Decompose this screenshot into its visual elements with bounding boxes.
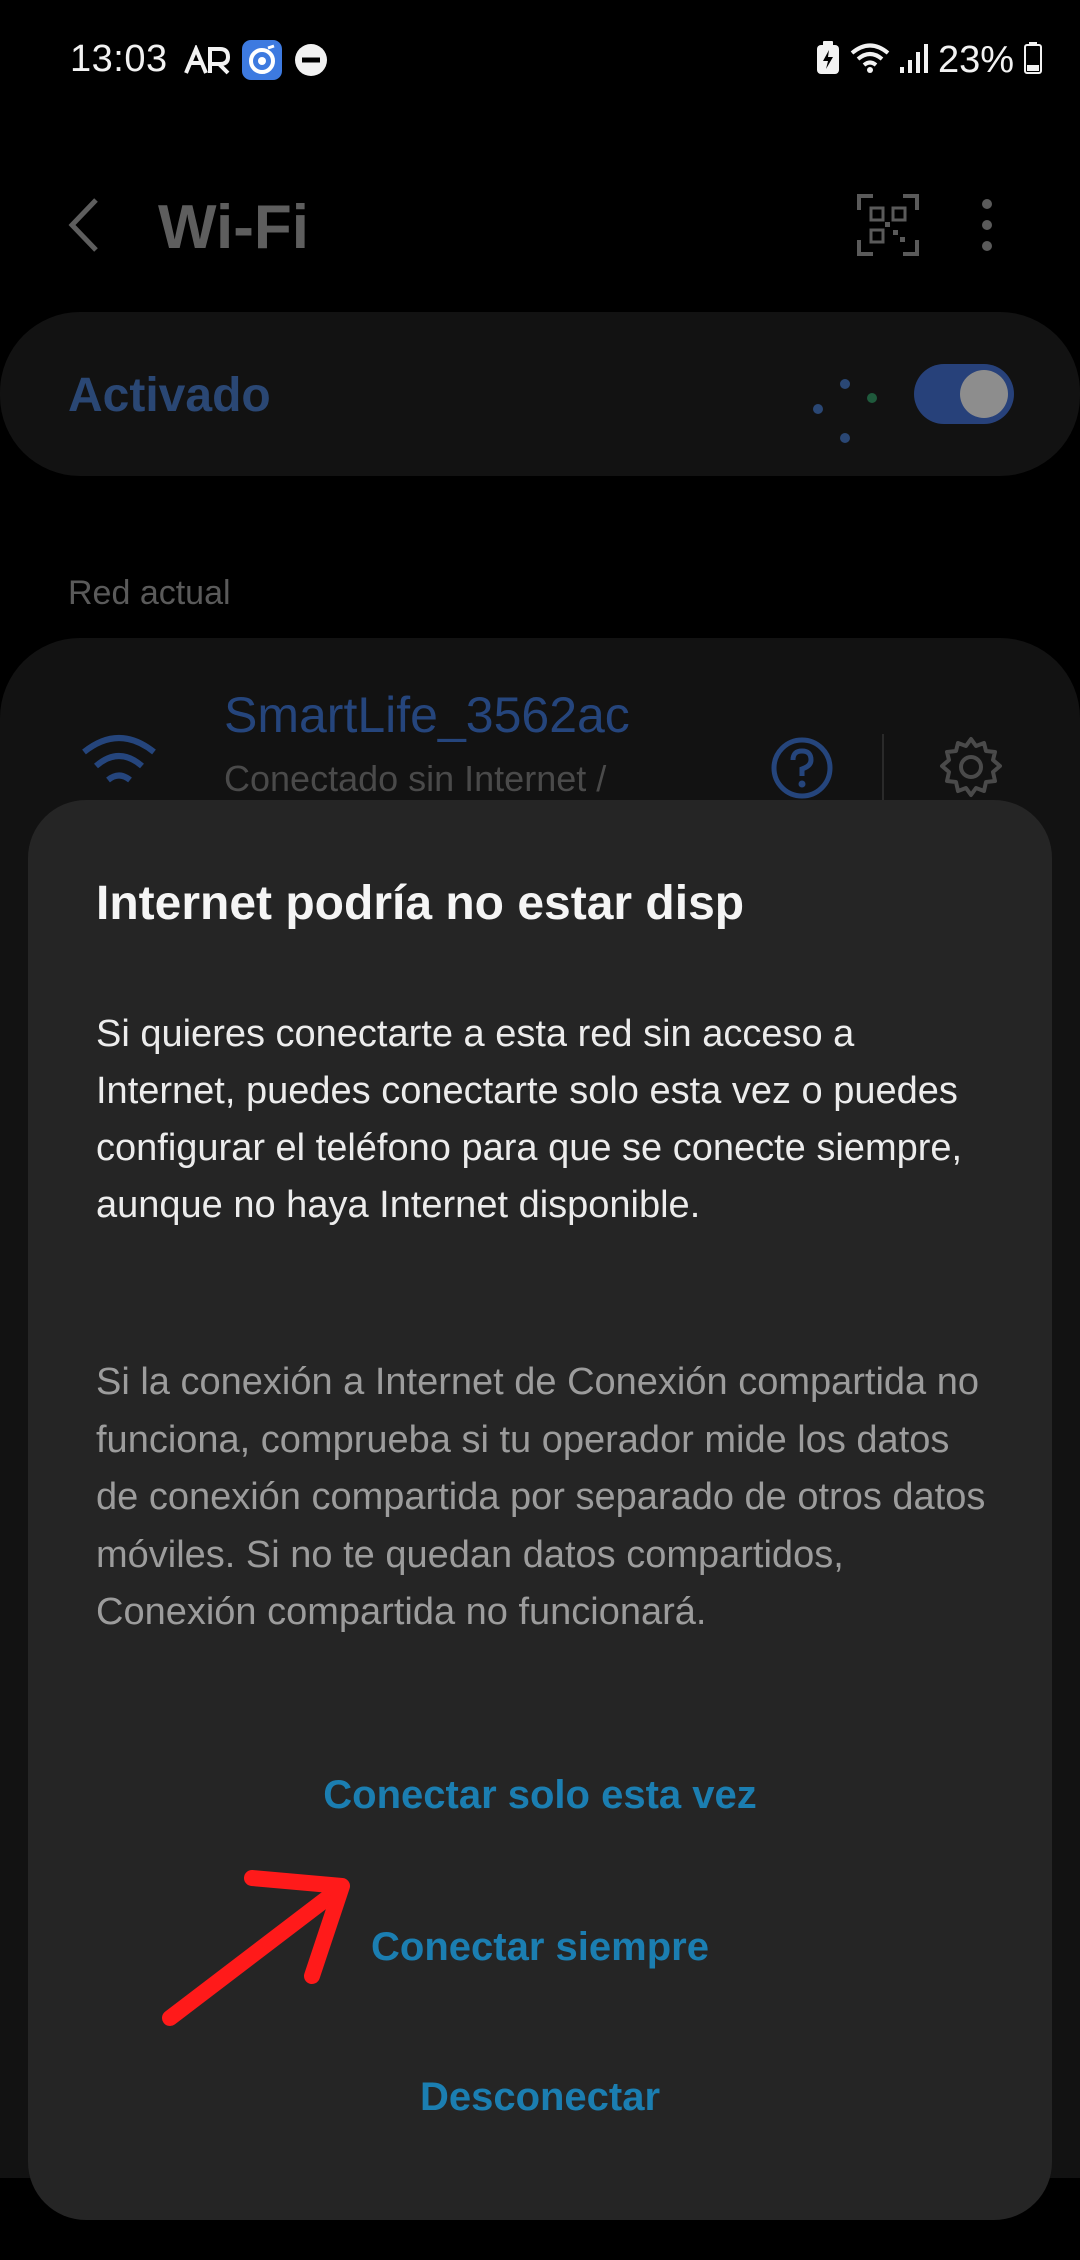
annotation-arrow-icon xyxy=(162,1870,350,2026)
current-network-section-label: Red actual xyxy=(68,574,231,612)
network-name: SmartLife_3562ac xyxy=(224,687,630,743)
wifi-toggle-card[interactable]: Activado xyxy=(0,312,1080,476)
network-status: Conectado sin Internet / xyxy=(224,758,607,799)
wifi-icon xyxy=(80,730,158,794)
qr-scan-icon[interactable] xyxy=(855,192,921,258)
back-button[interactable] xyxy=(60,192,110,258)
wifi-switch[interactable] xyxy=(914,364,1014,424)
app-bar: Wi-Fi xyxy=(0,170,1080,280)
dialog-title: Internet podría no estar disp xyxy=(96,877,745,930)
disconnect-button[interactable]: Desconectar xyxy=(28,2052,1052,2142)
dialog-message: Si quieres conectarte a esta red sin acc… xyxy=(96,1013,963,1226)
connect-once-button[interactable]: Conectar solo esta vez xyxy=(28,1750,1052,1840)
wifi-toggle-label: Activado xyxy=(68,369,271,422)
page-title: Wi-Fi xyxy=(158,193,309,262)
dialog-note: Si la conexión a Internet de Conexión co… xyxy=(96,1361,986,1633)
help-icon[interactable] xyxy=(770,736,834,800)
gear-icon[interactable] xyxy=(940,736,1002,798)
more-options-icon[interactable] xyxy=(962,192,1012,258)
divider xyxy=(882,734,884,804)
switch-knob xyxy=(960,370,1008,418)
scanning-icon xyxy=(810,376,880,446)
